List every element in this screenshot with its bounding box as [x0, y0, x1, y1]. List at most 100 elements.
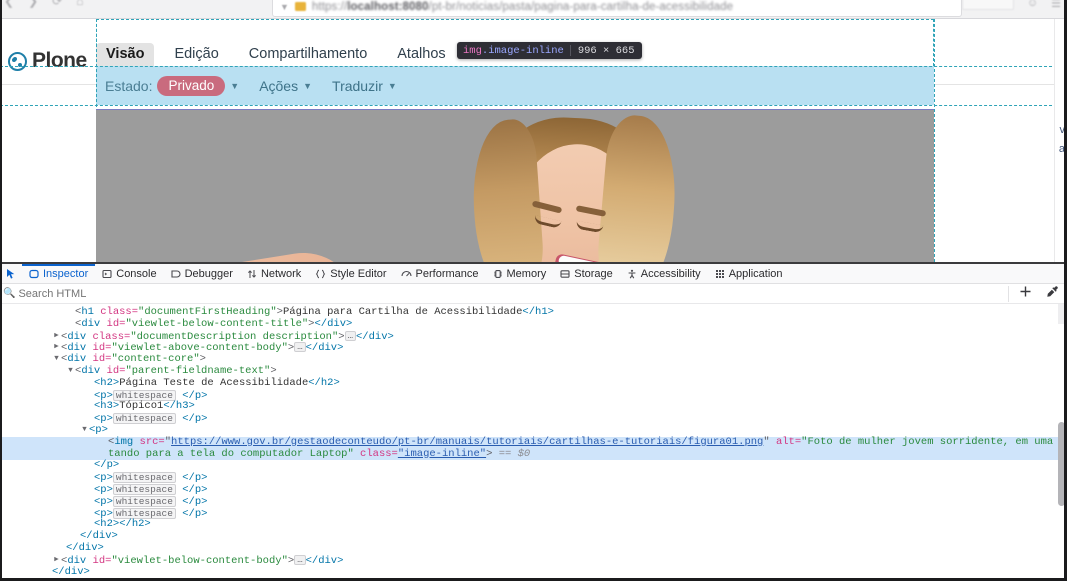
markup-row[interactable]: <p> whitespace </p> — [0, 483, 1067, 496]
img-src-link[interactable]: https://www.gov.br/gestaodeconteudo/pt-b… — [171, 436, 763, 448]
arm — [102, 245, 364, 262]
expand-ellipsis[interactable]: … — [294, 554, 306, 565]
tab-atalhos[interactable]: Atalhos — [387, 43, 455, 66]
close-tag: </h1> — [522, 306, 554, 318]
url-bar-extension-pill[interactable] — [961, 0, 1014, 10]
page-viewport: Plone Visão Edição Compartilhamento Atal… — [0, 19, 1067, 262]
translate-menu-label: Traduzir — [332, 77, 383, 94]
application-icon — [715, 269, 725, 279]
markup-row[interactable]: <h2>Página Teste de Acessibilidade</h2> — [0, 376, 1067, 390]
markup-row[interactable]: <h3>Tópico1</h3> — [0, 400, 1067, 413]
badge-class-name: .image-inline — [481, 44, 564, 57]
close-tag: </p> — [182, 413, 208, 426]
twisty-collapsed-icon[interactable]: ▶ — [52, 342, 61, 354]
tab-inspector[interactable]: Inspector — [22, 264, 95, 283]
close-tag: </div> — [305, 342, 344, 355]
plone-logo[interactable]: Plone — [8, 49, 87, 73]
node-text: Página para Cartilha de Acessibilidade — [282, 306, 523, 318]
whitespace-chip: whitespace — [112, 483, 176, 495]
markup-row[interactable]: <p> whitespace </p> — [0, 507, 1067, 519]
account-icon[interactable]: ☺ — [1027, 0, 1038, 9]
forward-arrow-icon[interactable]: ❯ — [28, 0, 38, 8]
tab-network[interactable]: Network — [240, 264, 308, 283]
devtools-tabbar: Inspector Console Debugger Network Style… — [0, 264, 1067, 284]
chevron-down-icon: ▼ — [387, 80, 397, 91]
markup-row[interactable]: ▶ <div class="documentDescription descrip… — [0, 330, 1067, 343]
tab-debugger[interactable]: Debugger — [164, 264, 240, 283]
tab-label: Performance — [415, 267, 479, 280]
status-badge: Privado — [157, 75, 226, 96]
hamburger-menu-icon[interactable]: ☰ — [1051, 0, 1061, 10]
markup-row[interactable]: <h2></h2> — [0, 518, 1067, 531]
attr-value: "documentFirstHeading" — [138, 306, 277, 318]
markup-row[interactable]: </p> — [0, 459, 1067, 472]
chevron-down-icon[interactable]: ▼ — [230, 81, 239, 91]
style-editor-icon — [315, 269, 326, 279]
tab-performance[interactable]: Performance — [394, 264, 486, 283]
whitespace-chip: whitespace — [112, 507, 176, 519]
element-picker-icon[interactable] — [2, 264, 22, 283]
attr-value: "documentDescription description" — [130, 330, 339, 343]
open-tag: <h2> — [94, 518, 120, 531]
lock-icon — [294, 2, 306, 11]
markup-row[interactable]: </div> — [0, 530, 1067, 543]
attr-value: "parent-fieldname-text" — [125, 364, 271, 377]
url-bar[interactable]: ▼ https://localhost:8080/pt-br/noticias/… — [272, 0, 962, 17]
expand-ellipsis[interactable]: … — [344, 330, 356, 341]
tab-console[interactable]: Console — [95, 264, 163, 283]
close-tag: </div> — [355, 330, 394, 343]
accessibility-icon — [627, 269, 637, 279]
tab-memory[interactable]: Memory — [486, 264, 554, 283]
network-icon — [247, 269, 257, 279]
tab-label: Inspector — [43, 267, 89, 280]
photo-subject — [102, 110, 726, 262]
close-tag: </h3> — [163, 400, 195, 413]
attr-value: "viewlet-below-content-body" — [111, 554, 288, 567]
open-tag: <h2> — [94, 376, 120, 389]
plus-icon[interactable] — [1019, 285, 1032, 303]
actions-menu-label: Ações — [259, 77, 299, 94]
markup-row[interactable]: ▶ <div id="viewlet-below-content-body">… <… — [0, 555, 1067, 567]
tab-style-editor[interactable]: Style Editor — [308, 264, 393, 283]
attr-value: "image-inline" — [397, 447, 487, 460]
markup-row[interactable]: </div> — [0, 566, 1067, 579]
open-tag: <p> — [94, 495, 113, 508]
chevron-down-icon[interactable]: ▼ — [280, 2, 289, 12]
back-arrow-icon[interactable]: ❮ — [4, 0, 14, 8]
markup-row[interactable]: <div id="viewlet-below-content-title"></… — [0, 318, 1067, 331]
plone-edit-bar: Visão Edição Compartilhamento Atalhos Es… — [96, 19, 934, 105]
search-input[interactable] — [18, 287, 419, 300]
twisty-expanded-icon[interactable]: ▼ — [66, 366, 75, 378]
twisty-expanded-icon[interactable]: ▼ — [52, 354, 61, 366]
close-tag: </h2> — [308, 376, 340, 389]
twisty-expanded-icon[interactable]: ▼ — [80, 425, 89, 437]
tab-accessibility[interactable]: Accessibility — [620, 264, 708, 283]
window-left-border — [0, 0, 2, 581]
markup-row[interactable]: </div> — [0, 542, 1067, 555]
console-icon — [102, 269, 112, 279]
close-tag: </p> — [182, 472, 208, 485]
tab-compartilhamento[interactable]: Compartilhamento — [239, 43, 377, 66]
actions-menu[interactable]: Ações ▼ — [259, 78, 312, 94]
markup-view[interactable]: <<h1h1 class="documentFirstHeading">Pági… — [0, 304, 1067, 581]
expand-ellipsis[interactable]: … — [294, 342, 306, 353]
punct: > — [270, 364, 277, 377]
eyedropper-icon[interactable] — [1046, 285, 1059, 303]
reload-icon[interactable]: ⟳ — [52, 0, 62, 8]
badge-dimensions: 996 × 665 — [577, 44, 635, 57]
state-control[interactable]: Estado: Privado ▼ — [105, 75, 239, 96]
markup-row[interactable]: <p> whitespace </p> — [0, 495, 1067, 508]
home-icon[interactable]: ⌂ — [76, 0, 83, 8]
markup-row-selected-wrap[interactable]: tando para a tela do computador Laptop" … — [0, 447, 1067, 461]
tab-label: Console — [116, 267, 157, 280]
tab-visao[interactable]: Visão — [96, 42, 155, 66]
tab-application[interactable]: Application — [708, 264, 790, 283]
markup-row[interactable]: <p> whitespace </p> — [0, 472, 1067, 484]
twisty-collapsed-icon[interactable]: ▶ — [52, 331, 61, 343]
translate-menu[interactable]: Traduzir ▼ — [332, 78, 397, 94]
markup-row[interactable]: <p> whitespace </p> — [0, 413, 1067, 425]
tab-storage[interactable]: Storage — [553, 264, 620, 283]
tab-label: Debugger — [184, 267, 233, 280]
tab-edicao[interactable]: Edição — [164, 43, 228, 66]
inspected-image[interactable] — [96, 109, 934, 262]
